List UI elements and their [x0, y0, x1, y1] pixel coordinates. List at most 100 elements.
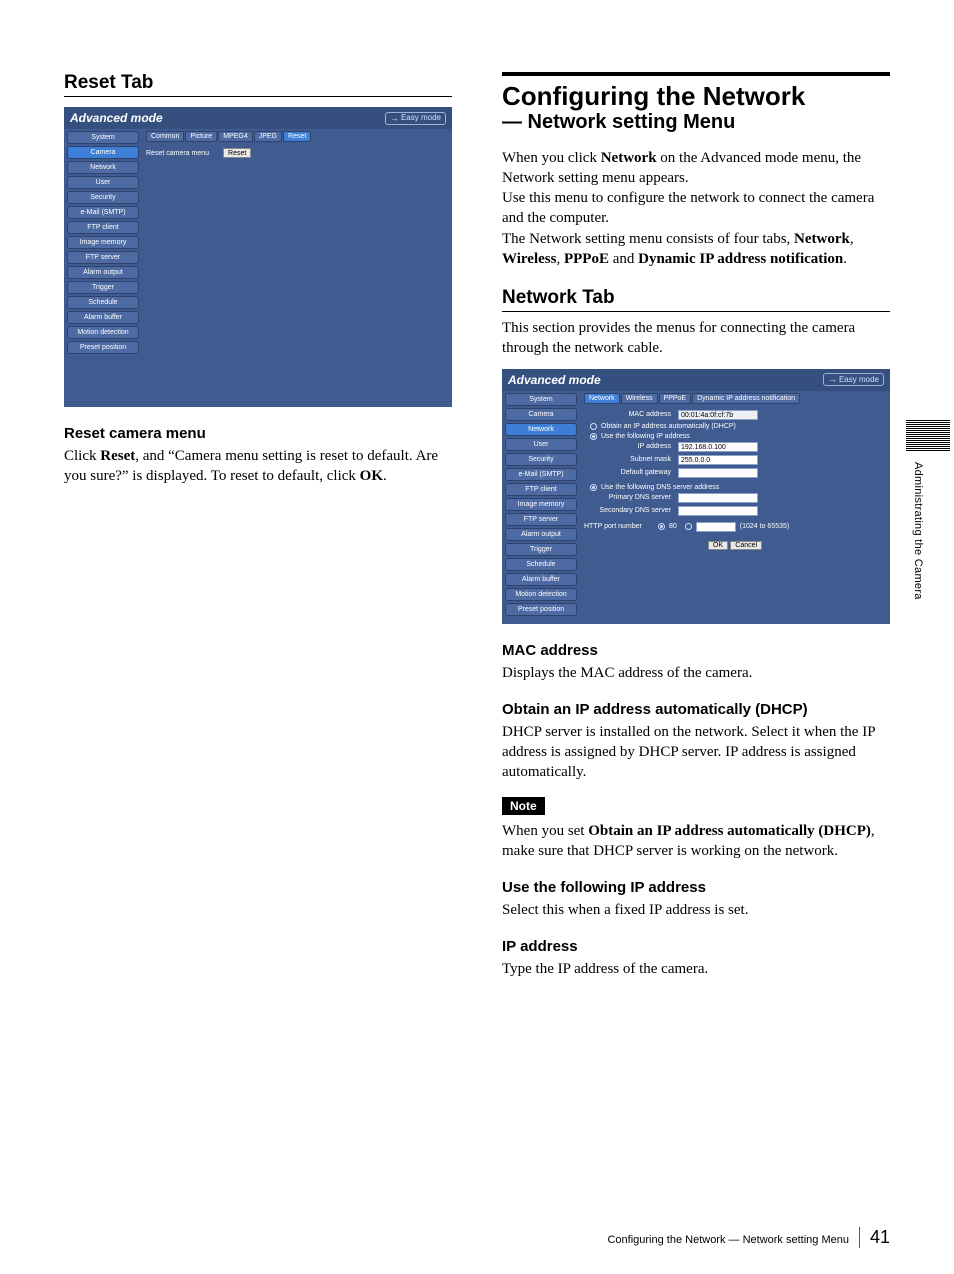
- sidebar-item-alarm-buffer[interactable]: Alarm buffer: [505, 573, 577, 586]
- subnet-mask-field[interactable]: 255.0.0.0: [678, 455, 758, 465]
- tab-mpeg4[interactable]: MPEG4: [218, 131, 253, 142]
- left-column: Reset Tab Advanced mode →Easy mode Syste…: [64, 72, 452, 980]
- sidebar-item-system[interactable]: System: [505, 393, 577, 406]
- sidebar-item-alarm-output[interactable]: Alarm output: [67, 266, 139, 279]
- tab-common[interactable]: Common: [146, 131, 184, 142]
- mac-address-field: 00:01:4a:0f:cf:7b: [678, 410, 758, 420]
- tab-dynamic-ip-address-notification[interactable]: Dynamic IP address notification: [692, 393, 800, 404]
- sidebar-item-preset-position[interactable]: Preset position: [505, 603, 577, 616]
- intro-paragraph-2: Use this menu to configure the network t…: [502, 188, 890, 229]
- reset-button[interactable]: Reset: [223, 148, 251, 158]
- easy-mode-button[interactable]: →Easy mode: [385, 112, 446, 125]
- use-ip-heading: Use the following IP address: [502, 879, 890, 896]
- sidebar-item-motion-detection[interactable]: Motion detection: [67, 326, 139, 339]
- dhcp-heading: Obtain an IP address automatically (DHCP…: [502, 701, 890, 718]
- sidebar-item-camera[interactable]: Camera: [505, 408, 577, 421]
- ip-address-paragraph: Type the IP address of the camera.: [502, 959, 890, 979]
- sidebar-item-network[interactable]: Network: [505, 423, 577, 436]
- easy-mode-button[interactable]: →Easy mode: [823, 373, 884, 386]
- network-tab-heading: Network Tab: [502, 287, 890, 312]
- arrow-right-icon: →: [828, 374, 837, 384]
- default-gateway-field[interactable]: [678, 468, 758, 478]
- mode-label: Advanced mode: [70, 111, 163, 125]
- sidebar-item-image-memory[interactable]: Image memory: [505, 498, 577, 511]
- radio-port-80[interactable]: [658, 523, 665, 530]
- page-footer: Configuring the Network — Network settin…: [607, 1227, 890, 1248]
- tab-picture[interactable]: Picture: [185, 131, 217, 142]
- sidebar-nav: System Camera Network User Security e-Mail (S…: [64, 129, 142, 362]
- sidebar-item-user[interactable]: User: [67, 176, 139, 189]
- radio-static-ip[interactable]: [590, 433, 597, 440]
- primary-dns-field[interactable]: [678, 493, 758, 503]
- ip-address-heading: IP address: [502, 938, 890, 955]
- secondary-dns-label: Secondary DNS server: [584, 507, 674, 514]
- sidebar-item-e-mail-smtp-[interactable]: e-Mail (SMTP): [505, 468, 577, 481]
- subtitle: — Network setting Menu: [502, 111, 890, 134]
- sidebar-item-schedule[interactable]: Schedule: [505, 558, 577, 571]
- network-tabs: NetworkWirelessPPPoEDynamic IP address n…: [584, 393, 886, 404]
- sidebar-item-schedule[interactable]: Schedule: [67, 296, 139, 309]
- sidebar-item-user[interactable]: User: [505, 438, 577, 451]
- network-tab-screenshot: Advanced mode →Easy mode System Camera Net…: [502, 369, 890, 624]
- sidebar-item-motion-detection[interactable]: Motion detection: [505, 588, 577, 601]
- sidebar-item-security[interactable]: Security: [505, 453, 577, 466]
- sidebar-item-network[interactable]: Network: [67, 161, 139, 174]
- radio-port-custom[interactable]: [685, 523, 692, 530]
- camera-tabs: CommonPictureMPEG4JPEGReset: [146, 131, 448, 142]
- mac-address-heading: MAC address: [502, 642, 890, 659]
- cancel-button[interactable]: Cancel: [730, 541, 762, 550]
- http-port-range: (1024 to 65535): [740, 523, 789, 530]
- arrow-right-icon: →: [390, 113, 399, 123]
- page-number: 41: [859, 1227, 890, 1248]
- sidebar-item-camera[interactable]: Camera: [67, 146, 139, 159]
- sidebar-item-image-memory[interactable]: Image memory: [67, 236, 139, 249]
- sidebar-item-security[interactable]: Security: [67, 191, 139, 204]
- ip-address-field[interactable]: 192.168.0.100: [678, 442, 758, 452]
- reset-camera-menu-heading: Reset camera menu: [64, 425, 452, 442]
- mac-address-paragraph: Displays the MAC address of the camera.: [502, 663, 890, 683]
- radio-port-80-label: 80: [669, 523, 677, 530]
- tab-reset[interactable]: Reset: [283, 131, 311, 142]
- dhcp-paragraph: DHCP server is installed on the network.…: [502, 722, 890, 783]
- note-paragraph: When you set Obtain an IP address automa…: [502, 821, 890, 862]
- tab-wireless[interactable]: Wireless: [621, 393, 658, 404]
- footer-title: Configuring the Network — Network settin…: [607, 1234, 849, 1246]
- sidebar-item-ftp-client[interactable]: FTP client: [505, 483, 577, 496]
- sidebar-item-e-mail-smtp-[interactable]: e-Mail (SMTP): [67, 206, 139, 219]
- network-tab-intro: This section provides the menus for conn…: [502, 318, 890, 359]
- right-column: Configuring the Network — Network settin…: [502, 72, 890, 980]
- reset-tab-screenshot: Advanced mode →Easy mode System Camera Net…: [64, 107, 452, 407]
- note-label: Note: [502, 797, 545, 815]
- intro-paragraph-1: When you click Network on the Advanced m…: [502, 148, 890, 189]
- reset-camera-menu-paragraph: Click Reset, and “Camera menu setting is…: [64, 446, 452, 487]
- sidebar-item-preset-position[interactable]: Preset position: [67, 341, 139, 354]
- sidebar-nav: System Camera Network User Security e-Mail (S…: [502, 391, 580, 624]
- sidebar-item-system[interactable]: System: [67, 131, 139, 144]
- sidebar-item-ftp-client[interactable]: FTP client: [67, 221, 139, 234]
- tab-pppoe[interactable]: PPPoE: [659, 393, 692, 404]
- radio-dns-label: Use the following DNS server address: [601, 484, 719, 491]
- ok-button[interactable]: OK: [708, 541, 728, 550]
- tab-jpeg[interactable]: JPEG: [254, 131, 282, 142]
- reset-camera-menu-label: Reset camera menu: [146, 150, 209, 157]
- http-port-label: HTTP port number: [584, 523, 654, 530]
- intro-paragraph-3: The Network setting menu consists of fou…: [502, 229, 890, 270]
- page-edge-marks-icon: [906, 420, 950, 452]
- sidebar-item-trigger[interactable]: Trigger: [67, 281, 139, 294]
- secondary-dns-field[interactable]: [678, 506, 758, 516]
- chapter-side-label: Administrating the Camera: [912, 462, 924, 600]
- mac-address-label: MAC address: [584, 411, 674, 418]
- primary-dns-label: Primary DNS server: [584, 494, 674, 501]
- sidebar-item-ftp-server[interactable]: FTP server: [505, 513, 577, 526]
- sidebar-item-ftp-server[interactable]: FTP server: [67, 251, 139, 264]
- tab-network[interactable]: Network: [584, 393, 620, 404]
- sidebar-item-alarm-buffer[interactable]: Alarm buffer: [67, 311, 139, 324]
- radio-dhcp[interactable]: [590, 423, 597, 430]
- mode-label: Advanced mode: [508, 373, 601, 387]
- sidebar-item-trigger[interactable]: Trigger: [505, 543, 577, 556]
- use-ip-paragraph: Select this when a fixed IP address is s…: [502, 900, 890, 920]
- ip-address-label: IP address: [584, 443, 674, 450]
- sidebar-item-alarm-output[interactable]: Alarm output: [505, 528, 577, 541]
- radio-dns[interactable]: [590, 484, 597, 491]
- http-port-field[interactable]: [696, 522, 736, 532]
